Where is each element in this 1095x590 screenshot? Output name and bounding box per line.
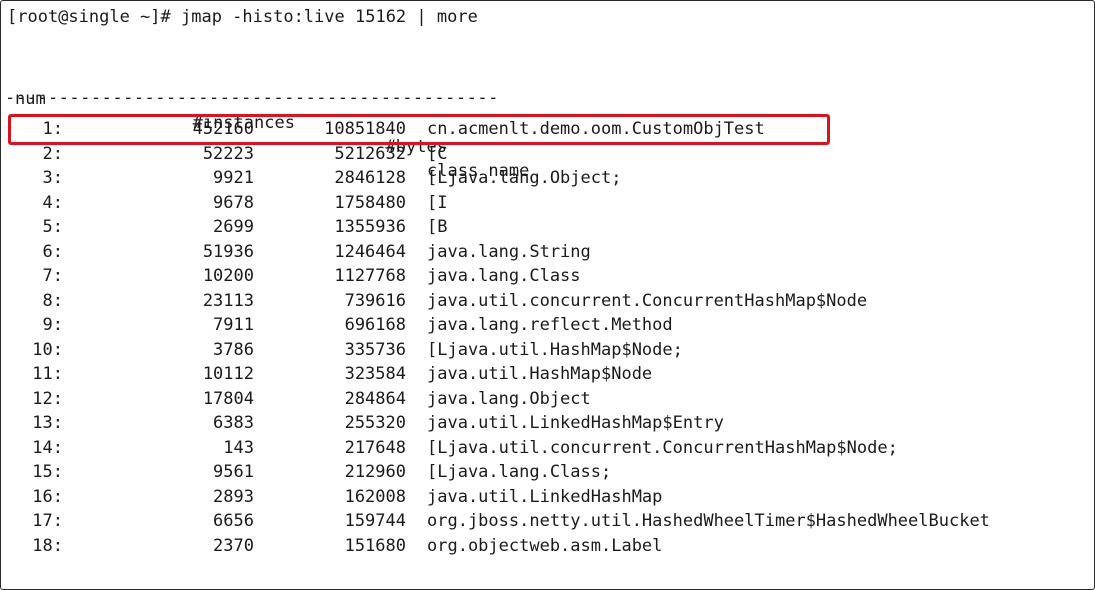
row-class-name: [C — [427, 143, 448, 164]
row-bytes: 255320 — [344, 413, 406, 433]
row-class-name: [Ljava.util.HashMap$Node; — [427, 339, 683, 360]
row-bytes: 217648 — [344, 437, 406, 458]
row-class-name: java.util.concurrent.ConcurrentHashMap$N… — [427, 290, 868, 311]
command-prompt-line: [root@single ~]# jmap -histo:live 15162 … — [7, 7, 478, 27]
row-class-name: [B — [427, 217, 448, 237]
row-class-name: java.lang.Class — [427, 266, 581, 286]
row-bytes: 1127768 — [334, 266, 406, 286]
row-class-name: [Ljava.lang.Class; — [427, 462, 612, 482]
row-class-name: org.jboss.netty.util.HashedWheelTimer$Ha… — [427, 511, 990, 531]
row-class-name: [I — [427, 192, 448, 213]
row-bytes: 1246464 — [334, 241, 406, 262]
row-class-name: java.lang.Object — [427, 388, 591, 409]
row-bytes: 335736 — [344, 339, 406, 360]
row-class-name: org.objectweb.asm.Label — [427, 535, 663, 556]
row-class-name: [Ljava.lang.Object; — [427, 168, 622, 188]
table-header: num #instances #bytes class name — [1, 63, 529, 181]
row-bytes: 323584 — [344, 364, 406, 384]
row-bytes: 2846128 — [334, 168, 406, 188]
row-bytes: 1355936 — [334, 217, 406, 237]
row-bytes: 739616 — [344, 290, 406, 311]
row-bytes: 1758480 — [334, 192, 406, 213]
row-bytes: 162008 — [344, 486, 406, 507]
row-bytes: 284864 — [344, 388, 406, 409]
highlight-box — [8, 114, 830, 145]
row-class-name: java.util.LinkedHashMap$Entry — [427, 413, 724, 433]
row-class-name: java.lang.String — [427, 241, 591, 262]
header-separator: ----------------------------------------… — [5, 93, 499, 103]
row-bytes: 151680 — [344, 535, 406, 556]
terminal-window[interactable]: [root@single ~]# jmap -histo:live 15162 … — [0, 0, 1095, 590]
row-class-name: java.lang.reflect.Method — [427, 315, 673, 335]
row-class-name: java.util.HashMap$Node — [427, 364, 653, 384]
row-bytes: 212960 — [344, 462, 406, 482]
row-bytes: 159744 — [344, 511, 406, 531]
row-bytes: 696168 — [344, 315, 406, 335]
row-class-name: java.util.LinkedHashMap — [427, 486, 663, 507]
row-class-name: [Ljava.util.concurrent.ConcurrentHashMap… — [427, 437, 898, 458]
row-bytes: 5212632 — [334, 143, 406, 164]
